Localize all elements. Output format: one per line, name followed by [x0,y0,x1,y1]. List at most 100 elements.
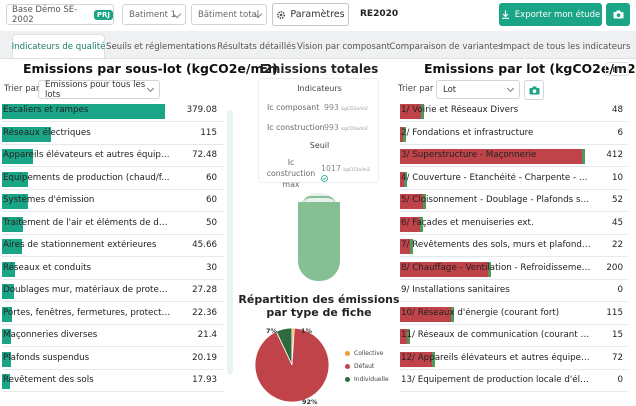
camera-icon [529,86,539,94]
right-row-label: 6/ Façades et menuiseries ext. [401,217,534,228]
export-label: Exporter mon étude [514,9,601,20]
tab-vision-composant[interactable]: Vision par composant [297,34,390,59]
ic-max-label-line2: max [282,180,300,189]
left-row[interactable]: Réseaux et conduits 30 [2,260,224,280]
left-row[interactable]: Equipements de production (chaud/f... 60 [2,170,224,190]
right-row[interactable]: 9/ Installations sanitaires 0 [400,282,628,302]
left-row[interactable]: Portes, fenêtres, fermetures, protectio.… [2,305,224,325]
right-row[interactable]: 11/ Réseaux de communication (courant f.… [400,327,628,347]
batiment-total-value: Bâtiment total [198,9,260,20]
right-row[interactable]: 1/ Voirie et Réseaux Divers 48 [400,102,628,122]
left-sort-label: Trier par [4,84,40,94]
tab-seuils[interactable]: Seuils et réglementations [106,34,216,59]
right-row-label: 1/ Voirie et Réseaux Divers [401,105,519,115]
right-row-value: 15 [611,330,623,340]
right-row[interactable]: 3/ Superstructure - Maçonnerie 412 [400,147,628,167]
legend-dot [345,364,350,369]
right-row-value: 200 [606,262,623,273]
left-row[interactable]: Plafonds suspendus 20.19 [2,350,224,370]
chart-toggle-button[interactable] [605,62,629,76]
right-row-label: 2/ Fondations et infrastructure [401,127,534,138]
left-row[interactable]: Doublages mur, matériaux de protect... 27… [2,282,224,302]
legend-defaut: Défaut [345,363,374,370]
left-row[interactable]: Traitement de l'air et éléments de dés..… [2,215,224,235]
left-row-value: 27.28 [192,285,217,295]
project-selector[interactable]: Base Démo SE-2002 PRJ [6,4,114,25]
right-row-label: 7/ Revêtements des sols, murs et plafond… [401,240,591,250]
batiment-total-select[interactable]: Bâtiment total [191,4,267,25]
parametres-button[interactable]: Paramètres [272,3,349,26]
right-row-label: 8/ Chauffage - Ventilation - Refroidisse… [401,262,591,273]
right-row[interactable]: 4/ Couverture - Etanchéité - Charpente -… [400,170,628,190]
camera-icon [613,10,623,19]
tab-indicateurs-qualite[interactable]: Indicateurs de qualité [12,34,105,59]
right-row-label: 10/ Réseaux d'énergie (courant fort) [401,307,560,318]
tab-bar: Indicateurs de qualité Seuils et régleme… [0,31,636,59]
left-row-value: 60 [205,172,217,183]
seuil-title: Seuil [309,141,330,150]
right-row-value: 52 [611,195,623,205]
tab-comparaison-variantes[interactable]: Comparaison de variantes [389,34,502,59]
camera-button[interactable] [606,3,630,26]
legend-individuelle: Individuelle [345,376,389,383]
left-row-label: Escaliers et rampes [3,105,89,115]
right-row[interactable]: 5/ Cloisonnement - Doublage - Plafonds s… [400,192,628,212]
gear-icon [277,10,286,19]
left-sort-select[interactable]: Emissions pour tous les lots [38,79,160,100]
left-sort-value: Emissions pour tous les lots [45,79,146,100]
re2020-label: RE2020 [360,9,399,19]
ic-composant-value: 993 [324,103,339,112]
left-row-value: 60 [205,195,217,205]
right-row[interactable]: 10/ Réseaux d'énergie (courant fort) 115 [400,305,628,325]
legend-dot [345,377,350,382]
right-row-label: 11/ Réseaux de communication (courant f.… [401,330,591,340]
ic-max-label: Ic construction max [263,157,319,190]
left-row-label: Plafonds suspendus [3,352,90,363]
export-button[interactable]: Exporter mon étude [499,3,602,26]
right-row-value: 0 [617,285,623,295]
chevron-down-icon [506,84,515,93]
tab-resultats-detailles[interactable]: Résultats détaillés [217,34,296,59]
right-sort-select[interactable]: Lot [436,80,520,99]
right-row[interactable]: 6/ Façades et menuiseries ext. 45 [400,215,628,235]
ic-construction-value: 993 [324,123,339,132]
left-row-value: 30 [205,262,217,273]
pie-label-collective: 1% [301,327,313,335]
download-icon [501,10,509,19]
emissions-totales-title: Emissions totales [259,62,379,76]
legend-individuelle-label: Individuelle [354,376,389,383]
right-row-label: 9/ Installations sanitaires [401,285,510,295]
ic-composant-value-group: 993 kgCO2e/m2 [324,103,368,112]
legend-defaut-label: Défaut [354,363,375,370]
ic-composant-label: Ic composant [267,103,320,112]
left-scrollbar[interactable] [227,110,233,375]
right-row[interactable]: 8/ Chauffage - Ventilation - Refroidisse… [400,260,628,280]
right-row[interactable]: 12/ Appareils élévateurs et autres équip… [400,350,628,370]
right-row[interactable]: 7/ Revêtements des sols, murs et plafond… [400,237,628,257]
left-row-value: 21.4 [197,330,217,340]
left-row[interactable]: Systèmes d'émission 60 [2,192,224,212]
batiment-select[interactable]: Batiment 1 [122,4,186,25]
right-row-label: 13/ Equipement de production locale d'él… [401,375,591,385]
left-row[interactable]: Maçonneries diverses 21.4 [2,327,224,347]
right-row-value: 45 [611,217,623,228]
ic-construction-label: Ic construction [267,123,325,132]
left-row[interactable]: Escaliers et rampes 379.08 [2,102,224,122]
project-name: Base Démo SE-2002 [12,4,78,25]
right-camera-button[interactable] [524,80,544,100]
right-row-value: 10 [611,172,623,183]
right-row[interactable]: 2/ Fondations et infrastructure 6 [400,125,628,145]
left-row-label: Equipements de production (chaud/f... [3,172,170,183]
left-row[interactable]: Réseaux électriques 115 [2,125,224,145]
tab-impact-indicateurs[interactable]: Impact de tous les indicateurs [501,34,631,59]
repartition-pie-chart [254,327,330,403]
left-row-label: Revêtement des sols [3,375,94,385]
left-panel-title: Emissions par sous-lot (kgCO2e/m2) [23,61,278,76]
left-row[interactable]: Aires de stationnement extérieures 45.66 [2,237,224,257]
legend-collective-label: Collective [354,350,384,357]
right-row[interactable]: 13/ Equipement de production locale d'él… [400,372,628,392]
left-row[interactable]: Revêtement des sols 17.93 [2,372,224,392]
left-row-label: Doublages mur, matériaux de protect... [3,285,171,295]
ic-max-value: 1017 [321,164,341,173]
left-row[interactable]: Appareils élévateurs et autres équipe...… [2,147,224,167]
